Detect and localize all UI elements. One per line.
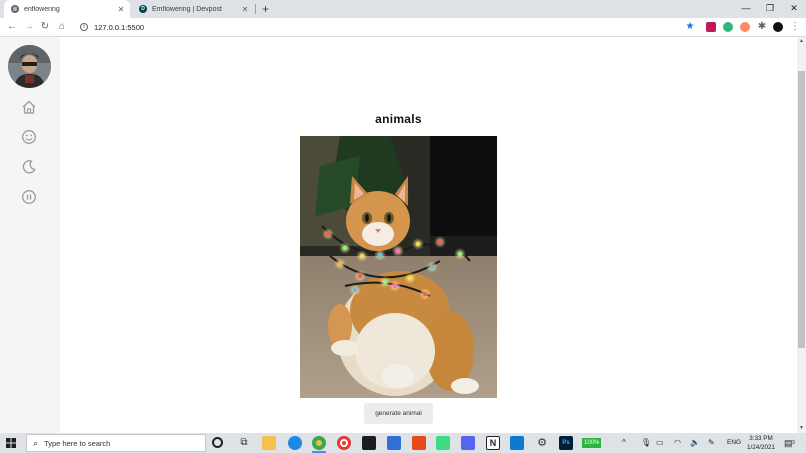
close-tab-icon[interactable]: ✕: [116, 5, 126, 14]
notion-icon[interactable]: N: [486, 436, 500, 450]
reload-icon[interactable]: ↻: [38, 20, 52, 34]
notification-count-badge: 3: [792, 440, 795, 446]
profile-avatar[interactable]: [8, 45, 51, 88]
page-title: animals: [375, 112, 422, 126]
new-tab-button[interactable]: +: [262, 2, 269, 16]
moon-icon[interactable]: [21, 159, 37, 175]
android-studio-icon[interactable]: [436, 436, 450, 450]
battery-icon[interactable]: ▭: [656, 433, 664, 453]
task-view-icon[interactable]: ⧉: [237, 436, 251, 450]
menu-kebab-icon[interactable]: ⋮: [788, 20, 802, 34]
wifi-icon[interactable]: ◠: [674, 433, 681, 453]
tab-enflowering[interactable]: ◎ enflowering ✕: [4, 0, 130, 18]
edge-icon[interactable]: [288, 436, 302, 450]
back-arrow-icon[interactable]: ←: [5, 20, 19, 34]
address-bar[interactable]: i 127.0.0.1:5500: [76, 19, 702, 35]
close-window-button[interactable]: ✕: [782, 0, 806, 18]
discord-icon[interactable]: [461, 436, 475, 450]
close-tab-icon[interactable]: ✕: [240, 5, 250, 14]
profile-icon[interactable]: [773, 22, 783, 32]
taskbar-search-input[interactable]: ⌕ Type here to search: [26, 434, 206, 452]
azure-icon[interactable]: [387, 436, 401, 450]
minimize-button[interactable]: —: [734, 0, 758, 18]
volume-icon[interactable]: 🔈: [690, 433, 700, 453]
scroll-up-arrow-icon[interactable]: ▲: [797, 37, 806, 46]
extension-grammarly-icon[interactable]: [723, 22, 733, 32]
extension-honey-icon[interactable]: [740, 22, 750, 32]
search-icon: ⌕: [33, 437, 39, 448]
devpost-icon: D: [139, 5, 147, 13]
forward-arrow-icon[interactable]: →: [22, 20, 36, 34]
site-info-icon[interactable]: i: [80, 23, 88, 31]
browser-toolbar: ← → ↻ ⌂ i 127.0.0.1:5500 ★ ✱ ⋮: [0, 18, 806, 37]
system-clock[interactable]: 3:33 PM 1/24/2021: [744, 434, 778, 452]
clock-time: 3:33 PM: [749, 435, 773, 442]
page-scrollbar[interactable]: ▲ ▼: [797, 37, 806, 433]
language-indicator[interactable]: ENG: [727, 433, 741, 453]
tab-devpost[interactable]: D Emflowering | Devpost ✕: [132, 0, 254, 18]
restore-button[interactable]: ❐: [758, 0, 782, 18]
microphone-icon[interactable]: 🎙: [641, 433, 651, 453]
windows-start-icon[interactable]: [6, 438, 16, 448]
tray-chevron-up-icon[interactable]: ^: [622, 433, 626, 453]
windows-taskbar: ⌕ Type here to search ⧉ N ⚙ Ps 100% ^ 🎙 …: [0, 433, 806, 453]
tab-title: enflowering: [24, 5, 60, 13]
clock-date: 1/24/2021: [746, 444, 775, 451]
file-explorer-icon[interactable]: [262, 436, 276, 450]
tab-title: Emflowering | Devpost: [152, 5, 222, 13]
generate-animal-button[interactable]: generate animal: [364, 403, 433, 424]
pause-icon[interactable]: [21, 189, 37, 205]
home-icon[interactable]: [21, 99, 37, 115]
battery-status-badge[interactable]: 100%: [582, 438, 602, 448]
scroll-thumb[interactable]: [798, 71, 805, 348]
vscode-icon[interactable]: [510, 436, 524, 450]
pen-icon[interactable]: ✎: [708, 433, 715, 453]
extension-shield-icon[interactable]: [706, 22, 716, 32]
terminal-icon[interactable]: [362, 436, 376, 450]
home-button-icon[interactable]: ⌂: [55, 20, 69, 34]
chrome-icon[interactable]: [312, 436, 326, 450]
cortana-icon[interactable]: [212, 437, 223, 448]
bookmark-star-icon[interactable]: ★: [683, 20, 697, 34]
address-url: 127.0.0.1:5500: [94, 22, 145, 32]
globe-icon: ◎: [11, 5, 19, 13]
smile-icon[interactable]: [21, 129, 37, 145]
tab-strip: ◎ enflowering ✕ D Emflowering | Devpost …: [0, 0, 806, 18]
extensions-puzzle-icon[interactable]: ✱: [755, 20, 769, 34]
animal-image: [300, 136, 497, 398]
search-placeholder: Type here to search: [44, 438, 111, 448]
tab-divider: [255, 4, 256, 14]
opera-icon[interactable]: [337, 436, 351, 450]
settings-gear-icon[interactable]: ⚙: [535, 436, 549, 450]
photoshop-icon[interactable]: Ps: [559, 436, 573, 450]
sidebar: [0, 37, 60, 433]
scroll-down-arrow-icon[interactable]: ▼: [797, 424, 806, 433]
office-icon[interactable]: [412, 436, 426, 450]
